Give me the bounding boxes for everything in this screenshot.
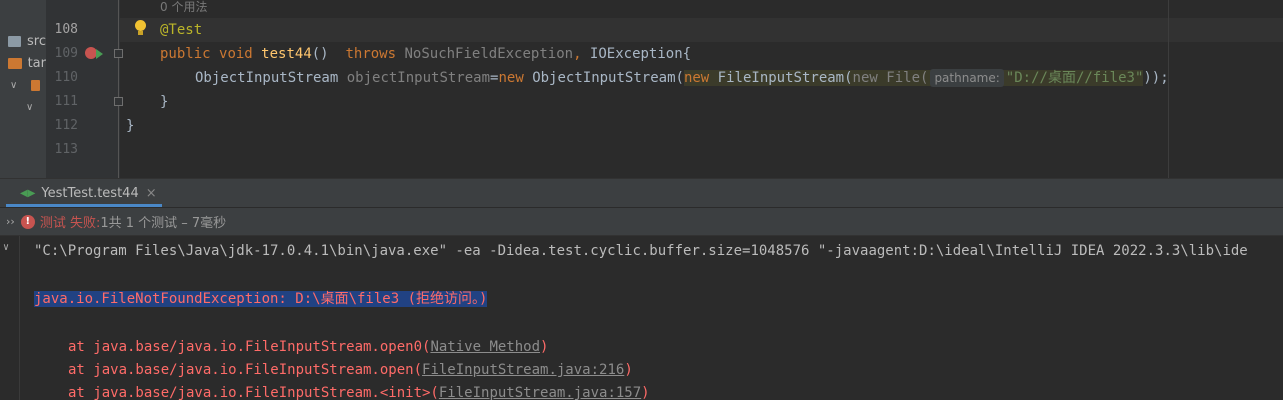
parameter-inlay-hint[interactable]: pathname:	[930, 69, 1004, 87]
fold-marker-icon[interactable]	[114, 49, 123, 58]
stack-frame-text: at java.base/java.io.FileInputStream.<in…	[68, 385, 439, 400]
code-line-109[interactable]: public void test44() throws NoSuchFieldE…	[160, 42, 691, 66]
test-status-detail: 1共 1 个测试 – 7毫秒	[100, 216, 227, 231]
exception-type: IOException	[589, 46, 683, 62]
stack-frame-text: )	[641, 385, 650, 400]
line-number: 111	[54, 94, 78, 109]
type-name: ObjectInputStream	[195, 70, 339, 86]
keyword: new	[852, 70, 878, 86]
chevron-down-icon[interactable]: ∨	[3, 242, 9, 253]
code-line-111[interactable]: }	[160, 90, 168, 114]
stack-frame-text: )	[624, 362, 633, 378]
run-test-icon[interactable]	[85, 47, 103, 59]
gutter-divider	[118, 0, 119, 178]
project-tree-item-target[interactable]: tar	[0, 52, 46, 74]
punctuation: ,	[573, 46, 590, 62]
console-left-toolbar: ∨	[0, 236, 20, 400]
punctuation: (	[675, 70, 684, 86]
punctuation: (	[844, 70, 853, 86]
project-tree-item-src[interactable]: src	[0, 30, 46, 52]
project-tree-item-child[interactable]: ∨	[0, 96, 46, 118]
line-number: 112	[54, 118, 78, 133]
chevron-down-icon[interactable]: ∨	[10, 80, 17, 91]
chevron-down-icon[interactable]: ∨	[26, 102, 33, 113]
highlighted-expression: new FileInputStream(new File(pathname: "D…	[683, 69, 1144, 87]
console-exception-line[interactable]: java.io.FileNotFoundException: D:\桌面\fil…	[34, 288, 488, 310]
line-number: 109	[54, 46, 78, 61]
run-config-icon: ◀▶	[20, 188, 36, 199]
test-failed-icon: !	[20, 214, 35, 229]
keyword: new	[683, 70, 710, 86]
close-icon[interactable]: ×	[146, 186, 157, 201]
punctuation: }	[160, 94, 169, 110]
folder-icon	[31, 79, 40, 91]
punctuation: (	[920, 70, 929, 86]
code-line-110[interactable]: ObjectInputStream objectInputStream=new …	[195, 66, 1169, 90]
punctuation: {	[682, 46, 692, 62]
string-literal: "D://桌面//file3"	[1005, 70, 1144, 86]
stack-trace-line: at java.base/java.io.FileInputStream.ope…	[68, 359, 633, 381]
type-name: ObjectInputStream	[532, 70, 676, 86]
project-tree-label: tar	[27, 55, 46, 71]
usages-inlay-hint[interactable]: 0 个用法	[160, 0, 207, 14]
code-line-112[interactable]: }	[126, 114, 134, 138]
project-tree-label: src	[27, 33, 46, 49]
project-tree-panel: src tar ∨ ∨	[0, 0, 46, 178]
line-number: 110	[54, 70, 78, 85]
keyword: public	[160, 46, 211, 62]
method-name: test44	[261, 46, 312, 62]
stack-frame-text: at java.base/java.io.FileInputStream.ope…	[68, 362, 423, 378]
project-tree-item-expanded[interactable]: ∨	[0, 74, 46, 96]
stack-frame-link[interactable]: FileInputStream.java:157	[439, 385, 641, 400]
test-status-label: 测试 失败:	[39, 216, 101, 231]
test-status-bar: ›› ! 测试 失败: 1共 1 个测试 – 7毫秒	[0, 207, 1283, 236]
keyword: void	[219, 46, 253, 62]
annotation: @Test	[160, 22, 203, 38]
console-command-line: "C:\Program Files\Java\jdk-17.0.4.1\bin\…	[34, 243, 1248, 259]
stack-frame-link[interactable]: FileInputStream.java:216	[422, 362, 624, 378]
fold-marker-icon[interactable]	[114, 97, 123, 106]
current-line-highlight	[120, 18, 1283, 42]
type-name: FileInputStream	[717, 70, 845, 86]
punctuation: ));	[1143, 70, 1169, 86]
stack-frame-text: )	[540, 339, 549, 355]
stack-trace-line: at java.base/java.io.FileInputStream.<in…	[68, 382, 650, 400]
punctuation: }	[126, 118, 135, 134]
code-line-108[interactable]: @Test	[160, 18, 202, 42]
line-number: 113	[54, 142, 78, 157]
run-tab-label: YestTest.test44	[41, 186, 139, 201]
stack-frame-text: at java.base/java.io.FileInputStream.ope…	[68, 339, 431, 355]
stack-trace-line: at java.base/java.io.FileInputStream.ope…	[68, 336, 548, 358]
keyword: throws	[345, 46, 397, 62]
punctuation: ()	[311, 46, 329, 62]
line-number: 108	[54, 22, 78, 37]
code-editor[interactable]: src tar ∨ ∨ 0 个用法 108 109 110 111 112 11…	[0, 0, 1283, 178]
exception-message: java.io.FileNotFoundException: D:\桌面\fil…	[34, 291, 488, 307]
variable-name: objectInputStream	[346, 70, 491, 86]
expand-icon[interactable]: ››	[6, 215, 15, 228]
lightbulb-icon[interactable]	[134, 20, 146, 36]
folder-icon	[8, 57, 22, 69]
run-tool-window-header: ◀▶ YestTest.test44 ×	[0, 178, 1283, 207]
type-name: File	[886, 70, 920, 86]
console-output[interactable]: ∨ "C:\Program Files\Java\jdk-17.0.4.1\bi…	[0, 236, 1283, 400]
folder-icon	[8, 35, 22, 47]
exception-type: NoSuchFieldException	[404, 46, 574, 62]
keyword: new	[498, 70, 524, 86]
stack-frame-link[interactable]: Native Method	[430, 339, 540, 355]
